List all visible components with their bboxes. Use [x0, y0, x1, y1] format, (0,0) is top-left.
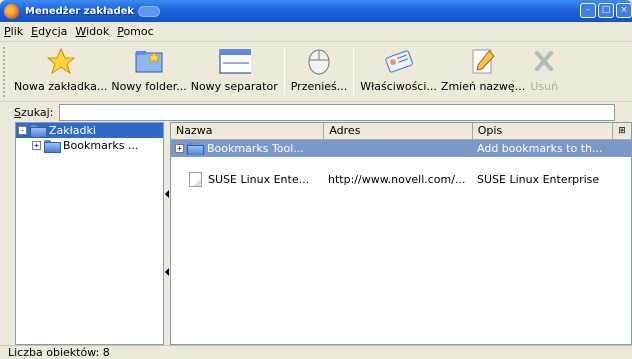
folder-icon: [44, 140, 61, 153]
mouse-icon: [308, 49, 330, 75]
list-item[interactable]: SUSE Linux Ente... http://www.novell.com…: [171, 169, 631, 189]
collapse-icon[interactable]: -: [18, 126, 27, 135]
menu-bar: Plik Edycja Widok Pomoc: [0, 22, 632, 42]
properties-button[interactable]: Właściwości...: [358, 43, 439, 99]
expand-icon[interactable]: +: [32, 141, 41, 150]
folder-icon: [30, 125, 47, 138]
list-item[interactable]: + Bookmarks Tool... Add bookmarks to th.…: [171, 140, 631, 157]
row-address: http://www.novell.com/...: [328, 172, 466, 186]
toolbar-grip[interactable]: [3, 47, 9, 97]
firefox-icon: [4, 3, 19, 19]
row-description: SUSE Linux Enterprise: [477, 172, 600, 186]
tree-item-bookmarks[interactable]: + Bookmarks ...: [16, 138, 163, 153]
close-button[interactable]: ×: [616, 3, 632, 18]
pencil-icon: [472, 49, 495, 74]
tree-item-label: Zakładki: [49, 124, 96, 137]
new-folder-icon: [135, 51, 163, 73]
star-icon: [46, 47, 76, 75]
toolbar-separator: [353, 47, 355, 95]
maximize-button[interactable]: □: [598, 3, 614, 18]
folder-tree[interactable]: - Zakładki + Bookmarks ...: [15, 122, 164, 345]
delete-icon: [535, 51, 554, 71]
minimize-button[interactable]: –: [580, 3, 596, 18]
new-separator-button[interactable]: Nowy separator: [189, 43, 280, 99]
column-picker-icon[interactable]: ⊞: [613, 123, 631, 140]
toolbar: Nowa zakładka... Nowy folder... Nowy sep…: [0, 43, 632, 101]
expand-icon[interactable]: +: [175, 144, 184, 153]
column-header-nazwa[interactable]: Nazwa: [171, 123, 325, 140]
properties-icon: [384, 50, 413, 73]
window-title: Menedżer zakładek: [25, 5, 135, 17]
tree-item-zakladki[interactable]: - Zakładki: [16, 123, 163, 138]
title-bar: Menedżer zakładek – □ ×: [0, 0, 632, 22]
row-name: Bookmarks Tool...: [207, 142, 304, 155]
bookmark-page-icon: [189, 171, 202, 187]
row-description: Add bookmarks to th...: [477, 142, 603, 155]
new-folder-button[interactable]: Nowy folder...: [109, 43, 188, 99]
column-header-opis[interactable]: Opis: [473, 123, 614, 140]
tree-item-label: Bookmarks ...: [63, 139, 139, 152]
search-bar: Szukaj:: [0, 101, 632, 122]
search-input[interactable]: [59, 103, 616, 121]
separator-icon: [219, 49, 252, 74]
menu-widok[interactable]: Widok: [75, 25, 109, 38]
column-header-adres[interactable]: Adres: [324, 123, 473, 140]
menu-plik[interactable]: Plik: [4, 25, 23, 38]
row-name: SUSE Linux Ente...: [208, 172, 310, 186]
folder-icon: [187, 143, 204, 155]
title-pill-icon: [138, 5, 161, 17]
delete-button[interactable]: Usuń: [527, 43, 561, 99]
menu-pomoc[interactable]: Pomoc: [117, 25, 153, 38]
collapse-left-arrow-icon[interactable]: [165, 268, 169, 276]
search-label: Szukaj:: [14, 105, 54, 119]
new-bookmark-button[interactable]: Nowa zakładka...: [12, 43, 109, 99]
status-bar: Liczba obiektów: 8: [0, 345, 632, 359]
collapse-left-arrow-icon[interactable]: [165, 190, 169, 198]
list-header: Nazwa Adres Opis ⊞: [171, 123, 631, 140]
bookmark-list[interactable]: Nazwa Adres Opis ⊞ + Bookmarks Tool... A…: [170, 122, 632, 345]
move-button[interactable]: Przenieś...: [289, 43, 350, 99]
rename-button[interactable]: Zmień nazwę...: [439, 43, 527, 99]
toolbar-separator: [283, 47, 285, 95]
menu-edycja[interactable]: Edycja: [31, 25, 67, 38]
separator-row[interactable]: [171, 157, 631, 169]
